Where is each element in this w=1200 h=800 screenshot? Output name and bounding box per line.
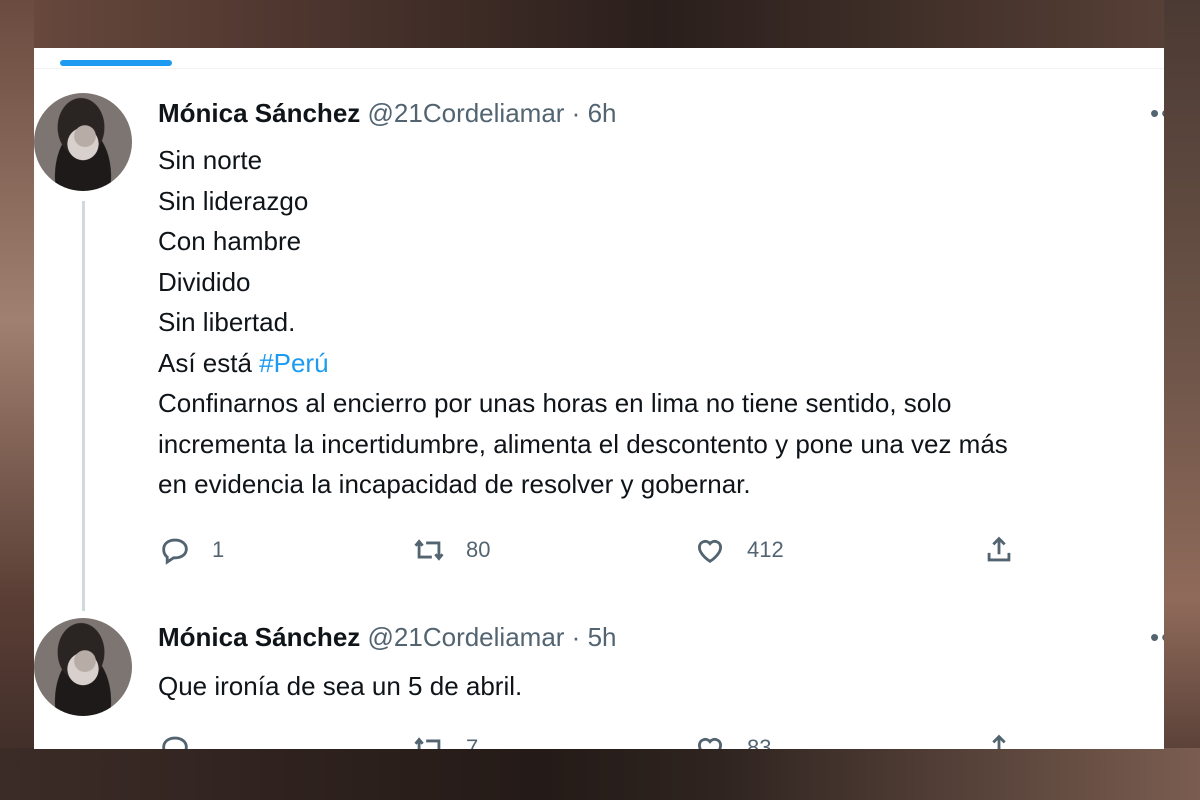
share-icon — [987, 536, 1011, 562]
like-icon — [697, 539, 723, 563]
retweet-icon — [414, 539, 444, 561]
like-button[interactable]: 412 — [693, 530, 784, 570]
separator: · — [571, 98, 581, 128]
tweet-thread-card: Mónica Sánchez @21Cordeliamar · 6h •• Si… — [34, 48, 1164, 749]
retweet-button[interactable]: 80 — [412, 530, 490, 570]
author-name[interactable]: Mónica Sánchez — [158, 98, 360, 128]
tweet-line: Sin liderazgo — [158, 185, 309, 216]
tab-divider — [34, 68, 1164, 69]
tweet-line: Así está #Perú — [158, 343, 1158, 384]
reply-icon — [162, 736, 188, 749]
author-handle[interactable]: @21Cordeliamar — [368, 622, 565, 652]
background-photo-bottom — [0, 748, 1200, 800]
tweet-line: Sin libertad. — [158, 307, 296, 337]
retweet-count: 7 — [466, 735, 479, 749]
thread-line — [82, 201, 85, 611]
tweet-line: en evidencia la incapacidad de resolver … — [158, 469, 751, 499]
tab-indicator — [60, 60, 172, 66]
tweet-line-prefix: Así está — [158, 347, 260, 378]
tweet-line: Que ironía de sea un 5 de abril. — [158, 671, 523, 701]
like-count: 412 — [747, 537, 784, 562]
avatar[interactable] — [34, 618, 132, 716]
background-photo-left — [0, 0, 34, 800]
tweet-time[interactable]: 6h — [588, 98, 617, 128]
retweet-button[interactable]: 7 — [412, 728, 478, 749]
background-photo-top — [0, 0, 1200, 48]
tweet-body: Sin norte Sin liderazgo Con hambre Divid… — [158, 140, 1158, 505]
share-icon — [992, 734, 1006, 749]
retweet-count: 80 — [466, 537, 491, 562]
avatar[interactable] — [34, 93, 132, 191]
separator: · — [571, 622, 581, 652]
reply-button[interactable] — [158, 728, 192, 749]
reply-button[interactable]: 1 — [158, 530, 224, 570]
background-photo-right — [1164, 0, 1200, 800]
hashtag-link[interactable]: #Perú — [259, 348, 328, 378]
tweet-line: Confinarnos al encierro por unas horas e… — [158, 388, 952, 418]
like-icon — [697, 737, 723, 749]
reply-count: 1 — [212, 537, 225, 562]
tweet-time[interactable]: 5h — [588, 622, 617, 652]
author-handle[interactable]: @21Cordeliamar — [368, 98, 565, 128]
like-count: 83 — [747, 735, 772, 749]
tweet-line: incrementa la incertidumbre, alimenta el… — [158, 428, 1008, 459]
like-button[interactable]: 83 — [693, 728, 771, 749]
tweet-header: Mónica Sánchez @21Cordeliamar · 6h — [158, 98, 617, 129]
more-icon[interactable]: •• — [1150, 98, 1164, 129]
tweet-line: Con hambre — [158, 226, 302, 256]
tweet-line: Sin norte — [158, 145, 263, 175]
tweet-actions: 7 83 — [158, 728, 1058, 749]
more-icon[interactable]: •• — [1150, 622, 1164, 653]
tweet-header: Mónica Sánchez @21Cordeliamar · 5h — [158, 622, 617, 653]
tweet-actions: 1 80 412 — [158, 530, 1058, 570]
tweet-body: Que ironía de sea un 5 de abril. — [158, 666, 1158, 707]
retweet-icon — [414, 737, 441, 749]
share-button[interactable] — [982, 530, 1016, 570]
author-name[interactable]: Mónica Sánchez — [158, 622, 360, 652]
share-button[interactable] — [982, 728, 1016, 749]
tweet-line: Dividido — [158, 266, 251, 297]
reply-icon — [162, 538, 188, 565]
